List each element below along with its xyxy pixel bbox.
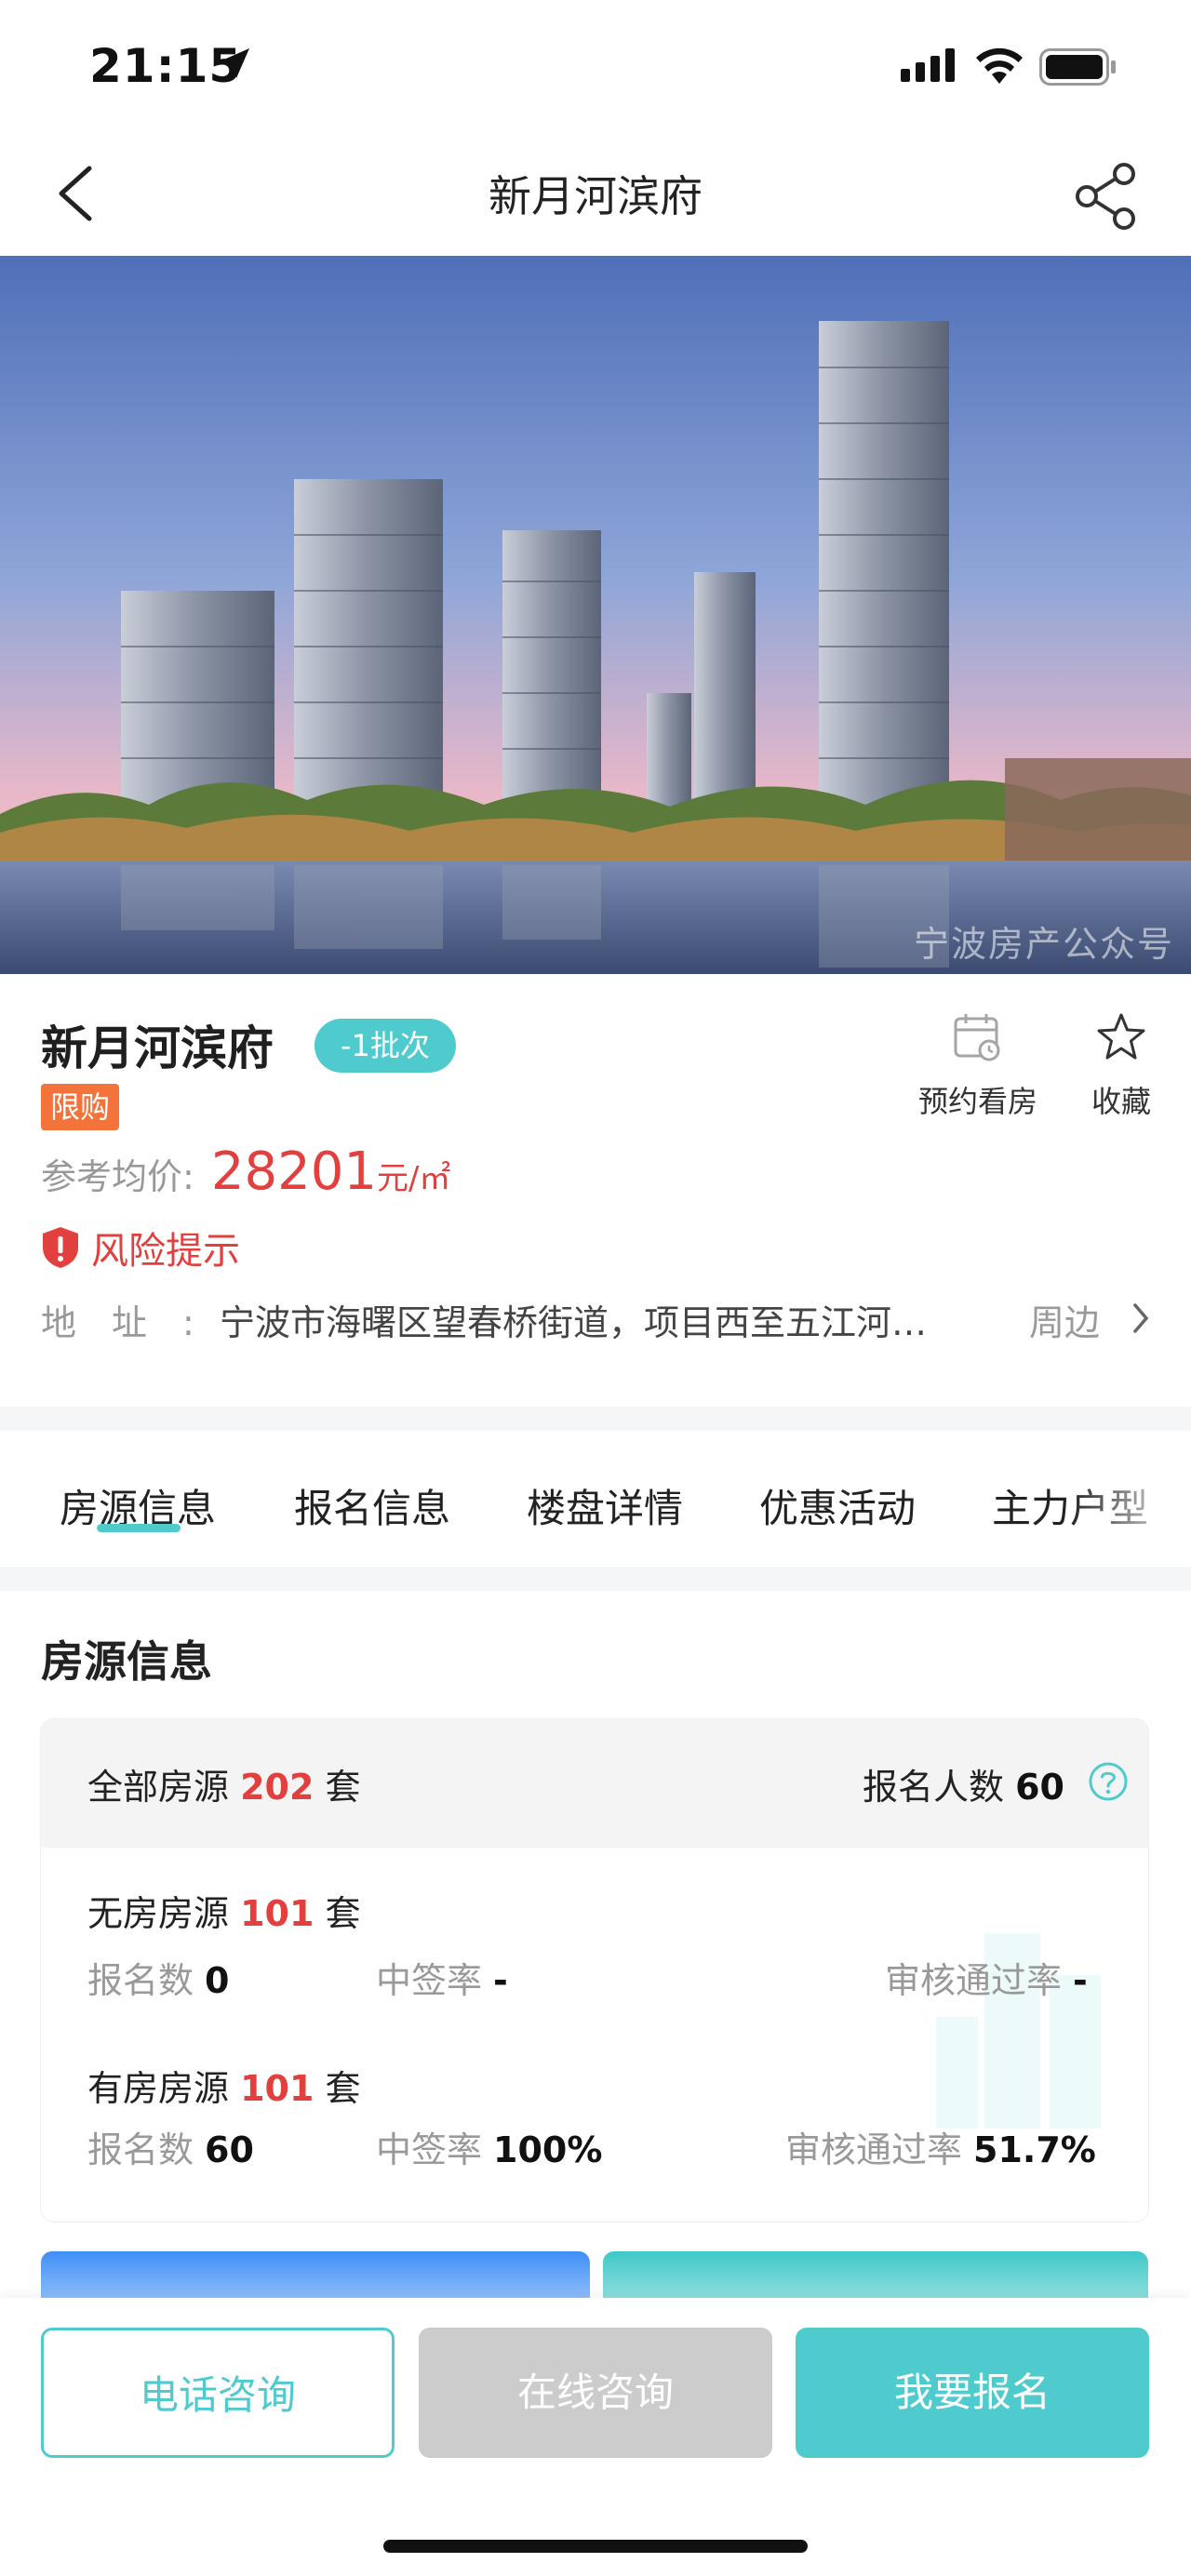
- tab-signup-info[interactable]: 报名信息: [294, 1477, 450, 1534]
- chevron-right-icon: [1133, 1303, 1149, 1333]
- tab-promotions[interactable]: 优惠活动: [759, 1477, 916, 1534]
- no-house-unit: 套: [325, 1893, 361, 1934]
- reference-price-row: 参考均价: 28201元/㎡: [41, 1141, 450, 1202]
- signup-label: 报名数: [87, 1960, 194, 2001]
- active-tab-indicator: [97, 1524, 181, 1532]
- wifi-icon: [976, 47, 1023, 84]
- applicants-value: 60: [1015, 1767, 1064, 1808]
- project-name: 新月河滨府: [41, 1021, 274, 1075]
- project-info-panel: 新月河滨府 -1批次 限购 预约看房 收藏 参考均价: 28201元/㎡ 风险提示…: [0, 974, 1191, 1407]
- calendar-clock-icon: [954, 1014, 1000, 1061]
- has-house-unit: 套: [325, 2068, 361, 2109]
- tab-project-details[interactable]: 楼盘详情: [527, 1477, 683, 1534]
- cellular-signal-icon: [901, 48, 955, 82]
- has-house-count: 101: [240, 2068, 314, 2109]
- pass-rate-label: 审核通过率: [885, 1960, 1063, 2001]
- page-title: 新月河滨府: [488, 171, 703, 221]
- risk-notice-label: 风险提示: [91, 1230, 240, 1273]
- schedule-visit-label: 预约看房: [917, 1084, 1037, 1119]
- applicants-label: 报名人数: [863, 1767, 1005, 1808]
- section-divider: [0, 1407, 1191, 1431]
- schedule-visit-button[interactable]: 预约看房: [908, 1011, 1048, 1121]
- signup-value: 60: [205, 2129, 254, 2170]
- address-value: 宁波市海曙区望春桥街道，项目西至五江河…: [220, 1302, 928, 1343]
- win-rate-value: 100%: [493, 2129, 603, 2170]
- risk-notice-link[interactable]: 风险提示: [41, 1223, 240, 1273]
- bar-chart-decoration-icon: [936, 1933, 1101, 2129]
- star-icon: [1097, 1013, 1145, 1060]
- source-summary-header: 全部房源 202 套 报名人数 60: [41, 1719, 1148, 1848]
- nearby-link[interactable]: 周边: [1029, 1294, 1100, 1345]
- no-house-source: 无房房源 101 套: [87, 1885, 361, 1936]
- location-arrow-icon: [220, 48, 249, 78]
- pass-rate-label: 审核通过率: [785, 2129, 963, 2170]
- has-house-label: 有房房源: [87, 2068, 230, 2109]
- win-rate-label: 中签率: [376, 1960, 483, 2001]
- favorite-label: 收藏: [1091, 1084, 1151, 1119]
- total-sources-count: 202: [240, 1767, 314, 1808]
- win-rate-value: -: [493, 1960, 508, 2001]
- purchase-limit-tag: 限购: [41, 1084, 120, 1130]
- price-unit: 元/㎡: [376, 1160, 451, 1197]
- signup-button[interactable]: 我要报名: [796, 2328, 1149, 2458]
- has-house-pass-rate: 审核通过率 51.7%: [785, 2121, 1096, 2172]
- no-house-win-rate: 中签率 -: [376, 1952, 508, 2003]
- source-info-title: 房源信息: [41, 1636, 212, 1687]
- win-rate-label: 中签率: [376, 2129, 483, 2170]
- pass-rate-value: 51.7%: [973, 2129, 1096, 2170]
- signup-label: 报名数: [87, 2129, 194, 2170]
- has-house-win-rate: 中签率 100%: [376, 2121, 602, 2172]
- favorite-button[interactable]: 收藏: [1070, 1011, 1172, 1121]
- image-watermark: 宁波房产公众号: [913, 924, 1174, 965]
- no-house-count: 101: [240, 1893, 314, 1934]
- battery-icon: [1039, 48, 1116, 86]
- has-house-signups: 报名数 60: [87, 2121, 254, 2172]
- section-divider: [0, 1567, 1191, 1591]
- project-hero-image[interactable]: 宁波房产公众号: [0, 256, 1191, 974]
- has-house-source: 有房房源 101 套: [87, 2060, 361, 2111]
- help-icon[interactable]: [1087, 1760, 1130, 1803]
- address-label: 地址:: [41, 1302, 230, 1343]
- price-value: 28201: [210, 1141, 377, 1202]
- no-house-signups: 报名数 0: [87, 1952, 229, 2003]
- phone-consult-button[interactable]: 电话咨询: [41, 2328, 395, 2458]
- applicants-count: 报名人数 60: [863, 1758, 1064, 1809]
- no-house-pass-rate: 审核通过率 -: [885, 1952, 1088, 2003]
- bottom-action-bar: 电话咨询 在线咨询 我要报名: [0, 2298, 1191, 2576]
- total-sources-unit: 套: [325, 1767, 361, 1808]
- rendering-illustration: [0, 256, 1191, 974]
- source-info-card: 全部房源 202 套 报名人数 60 无房房源 101 套 报名数 0 中签率 - …: [41, 1719, 1148, 2222]
- no-house-label: 无房房源: [87, 1893, 230, 1934]
- online-consult-button[interactable]: 在线咨询: [419, 2328, 772, 2458]
- total-sources: 全部房源 202 套: [87, 1758, 361, 1809]
- home-indicator: [383, 2540, 808, 2553]
- pass-rate-value: -: [1073, 1960, 1088, 2001]
- shield-alert-icon: [43, 1227, 78, 1268]
- navigation-bar: 新月河滨府: [0, 135, 1191, 256]
- share-icon[interactable]: [1070, 159, 1144, 234]
- signup-value: 0: [205, 1960, 230, 2001]
- address-row[interactable]: 地址: 宁波市海曙区望春桥街道，项目西至五江河… 周边: [41, 1294, 1158, 1350]
- batch-badge: -1批次: [314, 1019, 456, 1073]
- total-sources-label: 全部房源: [87, 1767, 230, 1808]
- status-bar: 21:15: [0, 0, 1191, 135]
- price-label: 参考均价:: [41, 1156, 194, 1197]
